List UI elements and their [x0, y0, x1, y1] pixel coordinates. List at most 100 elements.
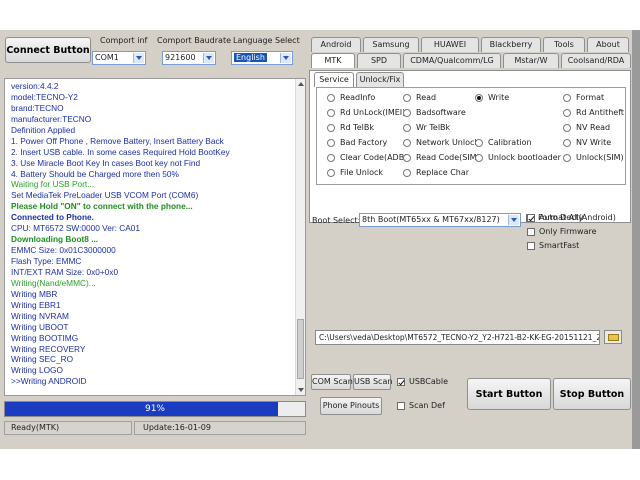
- language-select[interactable]: English: [231, 51, 293, 65]
- tab-mstar[interactable]: Mstar/W: [503, 53, 559, 68]
- log-line: Writing MBR: [11, 288, 58, 299]
- smart-fast-checkbox[interactable]: SmartFast: [527, 240, 597, 252]
- option-label: Calibration: [488, 138, 532, 147]
- chevron-down-icon: [203, 53, 214, 63]
- status-ready: Ready(MTK): [4, 421, 132, 435]
- com-scan-button[interactable]: COM Scan: [311, 374, 353, 390]
- log-line: Writing NVRAM: [11, 310, 69, 321]
- baud-value: 921600: [165, 53, 196, 62]
- bottom-strip: [0, 449, 640, 480]
- radio-icon: [403, 169, 411, 177]
- radio-icon: [475, 154, 483, 162]
- radio-icon: [327, 154, 335, 162]
- subtab-service[interactable]: Service: [314, 72, 354, 87]
- log-line: Waiting for USB Port...: [11, 179, 95, 190]
- option-label: Replace Char: [416, 168, 470, 177]
- log-line: Writing LOGO: [11, 365, 63, 376]
- chevron-down-icon: [133, 53, 144, 63]
- tab-cdma[interactable]: CDMA/Qualcomm/LG: [403, 53, 501, 68]
- subtab-unlock-fix[interactable]: Unlock/Fix: [356, 72, 404, 87]
- radio-icon: [403, 139, 411, 147]
- scroll-thumb[interactable]: [297, 319, 304, 379]
- log-scrollbar[interactable]: [295, 79, 305, 395]
- checkbox-box: [397, 378, 405, 386]
- log-line: Set MediaTek PreLoader USB VCOM Port (CO…: [11, 190, 199, 201]
- log-line: Please Hold "ON" to connect with the pho…: [11, 201, 193, 212]
- radio-icon: [563, 109, 571, 117]
- connect-button[interactable]: Connect Button: [5, 37, 91, 63]
- radio-icon: [327, 124, 335, 132]
- log-line: model:TECNO-Y2: [11, 91, 78, 102]
- option-label: Clear Code(ADB): [340, 153, 408, 162]
- tab-samsung[interactable]: Samsung: [363, 37, 419, 52]
- checkbox-box: [527, 228, 535, 236]
- option-label: Unlock bootloader: [488, 153, 561, 162]
- chevron-down-icon: [280, 53, 291, 63]
- chevron-down-icon: [508, 215, 519, 225]
- tab-tools[interactable]: Tools: [543, 37, 585, 52]
- checkbox-box: [527, 214, 535, 222]
- option-label: Rd UnLock(IMEI): [340, 108, 406, 117]
- radio-icon: [563, 94, 571, 102]
- checkbox-box: [397, 402, 405, 410]
- tab-blackberry[interactable]: Blackberry: [481, 37, 541, 52]
- boot-select-value: 8th Boot(MT65xx & MT67xx/8127): [362, 215, 500, 224]
- only-firmware-checkbox[interactable]: Only Firmware: [527, 226, 607, 238]
- log-line: brand:TECNO: [11, 102, 64, 113]
- radio-icon: [403, 154, 411, 162]
- usb-scan-button[interactable]: USB Scan: [353, 374, 392, 390]
- radio-icon: [327, 109, 335, 117]
- log-line: >>Writing ANDROID: [11, 376, 87, 387]
- tab-android[interactable]: Android: [311, 37, 361, 52]
- log-line: 2. Insert USB cable. In some cases Requi…: [11, 146, 230, 157]
- option-label: Write: [488, 93, 510, 102]
- radio-icon: [403, 109, 411, 117]
- tab-coolsand[interactable]: Coolsand/RDA: [561, 53, 631, 68]
- baud-label: Comport Baudrate: [157, 36, 232, 45]
- radio-icon: [327, 139, 335, 147]
- language-label: Language Select: [233, 36, 300, 45]
- log-line: Connected to Phone.: [11, 212, 94, 223]
- checkbox-box: [527, 242, 535, 250]
- usb-cable-checkbox[interactable]: USBCable: [397, 376, 457, 388]
- log-line: CPU: MT6572 SW:0000 Ver: CA01: [11, 223, 140, 234]
- tab-spd[interactable]: SPD: [357, 53, 401, 68]
- browse-button[interactable]: [604, 330, 622, 344]
- log-line: 3. Use Miracle Boot Key In cases Boot ke…: [11, 157, 201, 168]
- phone-pinouts-button[interactable]: Phone Pinouts: [320, 397, 382, 415]
- firmware-path-field[interactable]: C:\Users\veda\Desktop\MT6572_TECNO-Y2_Y2…: [315, 330, 600, 345]
- start-button[interactable]: Start Button: [467, 378, 551, 410]
- stop-button[interactable]: Stop Button: [553, 378, 631, 410]
- baud-select[interactable]: 921600: [162, 51, 216, 65]
- boot-select[interactable]: 8th Boot(MT65xx & MT67xx/8127): [359, 213, 521, 227]
- option-label: NV Read: [576, 123, 611, 132]
- tab-huawei[interactable]: HUAWEI: [421, 37, 479, 52]
- option-label: File Unlock: [340, 168, 384, 177]
- option-label: Badsoftware: [416, 108, 466, 117]
- option-label: Unlock(SIM): [576, 153, 624, 162]
- radio-icon: [403, 94, 411, 102]
- option-label: Format: [576, 93, 605, 102]
- progress-bar: 91%: [4, 401, 306, 417]
- log-line: INT/EXT RAM Size: 0x0+0x0: [11, 266, 119, 277]
- boot-select-label: Boot Select:: [312, 216, 361, 225]
- comport-select[interactable]: COM1: [92, 51, 146, 65]
- comport-value: COM1: [95, 53, 119, 62]
- progress-label: 91%: [144, 404, 165, 414]
- option-label: Rd TelBk: [340, 123, 374, 132]
- language-value: English: [234, 53, 267, 62]
- tab-mtk[interactable]: MTK: [311, 53, 355, 68]
- radio-icon: [403, 124, 411, 132]
- scan-def-checkbox[interactable]: Scan Def: [397, 400, 457, 412]
- log-line: Writing BOOTIMG: [11, 332, 79, 343]
- app-frame: Connect Button Comport inf COM1 Comport …: [0, 0, 640, 480]
- auto-detect-checkbox[interactable]: Auto Decty: [527, 212, 597, 224]
- scroll-up-icon[interactable]: [298, 82, 304, 86]
- smart-fast-label: SmartFast: [539, 241, 580, 250]
- main-window: Connect Button Comport inf COM1 Comport …: [0, 30, 632, 449]
- option-label: Rd Antitheft: [576, 108, 625, 117]
- status-update: Update:16-01-09: [134, 421, 306, 435]
- tab-about[interactable]: About: [587, 37, 629, 52]
- scroll-down-icon[interactable]: [298, 388, 304, 392]
- radio-icon: [563, 139, 571, 147]
